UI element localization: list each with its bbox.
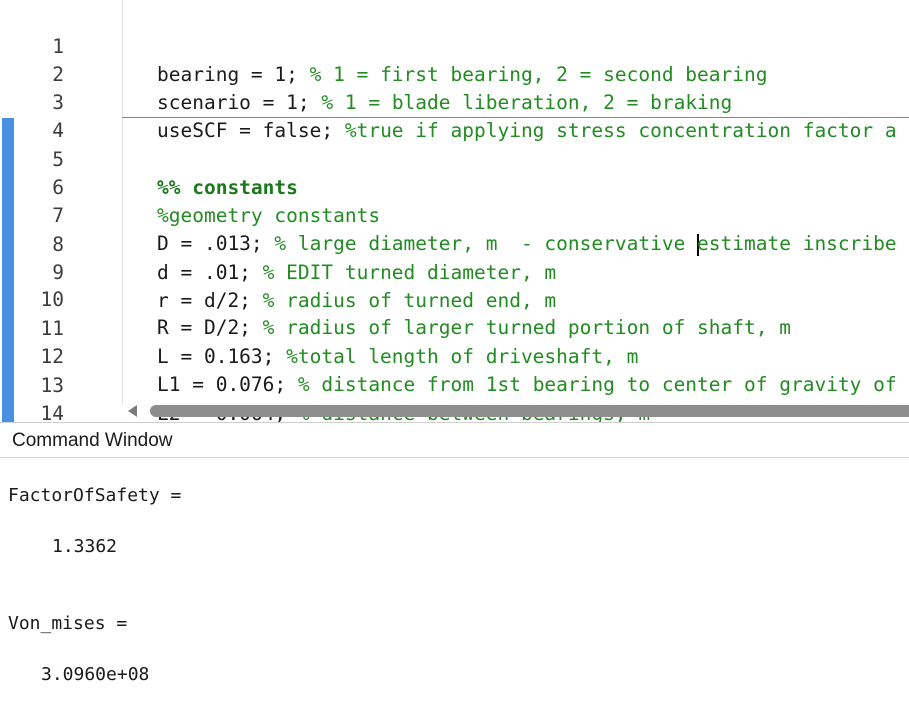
code-line-10[interactable]: 10 R = D/2; % radius of larger turned po…: [0, 258, 909, 339]
scrollbar-thumb[interactable]: [150, 405, 909, 417]
code-line-3[interactable]: 3 useSCF = false; %true if applying stre…: [0, 61, 909, 142]
code-line-9[interactable]: 9 r = d/2; % radius of turned end, m: [0, 231, 909, 312]
code-line-5[interactable]: 5 %% constants: [0, 118, 909, 199]
output-variable-value: 3.0960e+08: [41, 664, 150, 685]
output-variable-name: Von_mises =: [8, 613, 128, 634]
code-line-1[interactable]: 1 bearing = 1; % 1 = first bearing, 2 = …: [0, 5, 909, 86]
code-line-8[interactable]: 8 d = .01; % EDIT turned diameter, m: [0, 203, 909, 284]
command-window-title: Command Window: [12, 430, 173, 451]
command-window-body[interactable]: FactorOfSafety = 1.3362 Von_mises = 3.09…: [0, 458, 909, 705]
command-window-header: Command Window: [0, 422, 909, 458]
output-variable-name: FactorOfSafety =: [8, 485, 182, 506]
horizontal-scrollbar[interactable]: [122, 403, 909, 419]
code-line-7[interactable]: 7 D = .013; % large diameter, m - conser…: [0, 174, 909, 256]
code-editor[interactable]: 1 bearing = 1; % 1 = first bearing, 2 = …: [0, 0, 909, 422]
code-line-11[interactable]: 11 L = 0.163; %total length of driveshaf…: [0, 287, 909, 368]
output-variable-value: 1.3362: [52, 536, 118, 557]
code-line-2[interactable]: 2 scenario = 1; % 1 = blade liberation, …: [0, 33, 909, 114]
code-line-4[interactable]: 4: [0, 89, 909, 142]
code-line-6[interactable]: 6 %geometry constants: [0, 146, 909, 227]
scroll-left-arrow-icon[interactable]: [128, 405, 137, 417]
code-line-12[interactable]: 12 L1 = 0.076; % distance from 1st beari…: [0, 315, 909, 396]
code-line-14[interactable]: 14: [0, 372, 909, 422]
line-number: 14: [40, 402, 64, 422]
code-line-13[interactable]: 13 L2 = 0.064; % distance between bearin…: [0, 344, 909, 422]
